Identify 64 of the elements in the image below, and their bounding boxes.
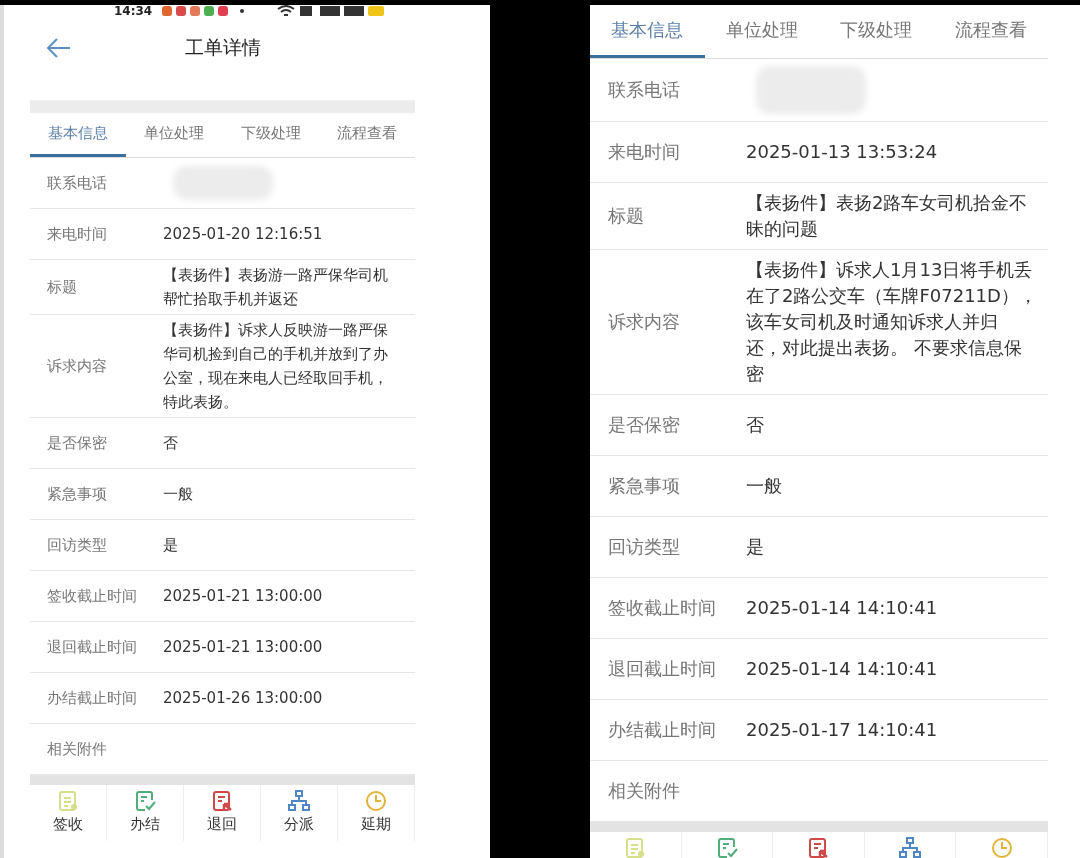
field-value: 2025-01-21 13:00:00: [163, 586, 323, 607]
field-label: 诉求内容: [47, 356, 108, 377]
field-value: 是: [163, 535, 178, 556]
tab[interactable]: 单位处理: [704, 5, 819, 58]
back-arrow-icon[interactable]: [46, 38, 72, 58]
field-value: 2025-01-20 12:16:51: [163, 224, 323, 245]
field-value: 一般: [163, 484, 193, 505]
field-value: 2025-01-17 14:10:41: [746, 718, 938, 742]
tab[interactable]: 流程查看: [318, 113, 415, 157]
field-value: 否: [746, 413, 764, 437]
clock-icon: [989, 836, 1014, 858]
tab[interactable]: 基本信息: [30, 113, 127, 157]
hierarchy-icon: [287, 789, 311, 813]
field-label: 退回截止时间: [47, 637, 138, 658]
tab[interactable]: 流程查看: [933, 5, 1048, 58]
field-label: 办结截止时间: [608, 718, 717, 742]
field-label: 签收截止时间: [608, 596, 717, 620]
field-value: 一般: [746, 474, 782, 498]
field-value: 2025-01-14 14:10:41: [746, 596, 938, 620]
field-label: 诉求内容: [608, 310, 681, 334]
field-label: 联系电话: [608, 78, 681, 102]
hierarchy-icon: [898, 836, 923, 858]
field-label: 相关附件: [608, 779, 681, 803]
tab[interactable]: 单位处理: [126, 113, 223, 157]
field-label: 回访类型: [608, 535, 681, 559]
field-value: 【表扬件】诉求人反映游一路严保 华司机捡到自己的手机并放到了办 公室，现在来电人已经取回手机， 特此表扬。: [163, 320, 388, 413]
field-label: 签收截止时间: [47, 586, 138, 607]
field-value: 2025-01-13 13:53:24: [746, 140, 938, 164]
page-title: 工单详情: [184, 36, 261, 58]
clock-icon: [364, 789, 388, 813]
app-icon: [218, 5, 229, 16]
field-value: 是: [746, 535, 764, 559]
field-label: 回访类型: [47, 535, 108, 556]
field-label: 办结截止时间: [47, 688, 138, 709]
tab[interactable]: 基本信息: [590, 5, 705, 58]
field-label: 来电时间: [608, 140, 681, 164]
dot-icon: [240, 8, 245, 13]
app-icon: [162, 5, 173, 16]
tab[interactable]: 下级处理: [222, 113, 319, 157]
field-label: 紧急事项: [608, 474, 681, 498]
app-icon: [204, 5, 215, 16]
document-check-icon: [133, 789, 157, 813]
tab[interactable]: 下级处理: [819, 5, 934, 58]
field-label: 标题: [47, 277, 78, 298]
app-icon: [190, 5, 201, 16]
field-label: 紧急事项: [47, 484, 108, 505]
status-time: 14:34: [114, 5, 153, 18]
field-value: 2025-01-14 14:10:41: [746, 657, 938, 681]
field-value: 2025-01-21 13:00:00: [163, 637, 323, 658]
app-icon: [176, 5, 187, 16]
field-label: 是否保密: [47, 433, 108, 454]
field-label: 标题: [608, 204, 645, 228]
field-value: 2025-01-26 13:00:00: [163, 688, 323, 709]
document-icon: [56, 789, 80, 813]
field-value: 否: [163, 433, 178, 454]
field-value: 【表扬件】表扬游一路严保华司机 帮忙拾取手机并返还: [163, 265, 388, 310]
field-label: 退回截止时间: [608, 657, 717, 681]
field-label: 是否保密: [608, 413, 681, 437]
field-value: 【表扬件】表扬2路车女司机拾金不 昧的问题: [746, 191, 1028, 241]
field-label: 来电时间: [47, 224, 108, 245]
field-label: 相关附件: [47, 739, 108, 760]
field-value: 【表扬件】诉求人1月13日将手机丢 在了2路公交车（车牌F07211D）， 该车女司机及时通知诉求人并归 还，对此提出表扬。 不要求信息保 密: [746, 258, 1037, 386]
document-arrow-icon: [210, 789, 234, 813]
field-label: 联系电话: [47, 173, 108, 194]
